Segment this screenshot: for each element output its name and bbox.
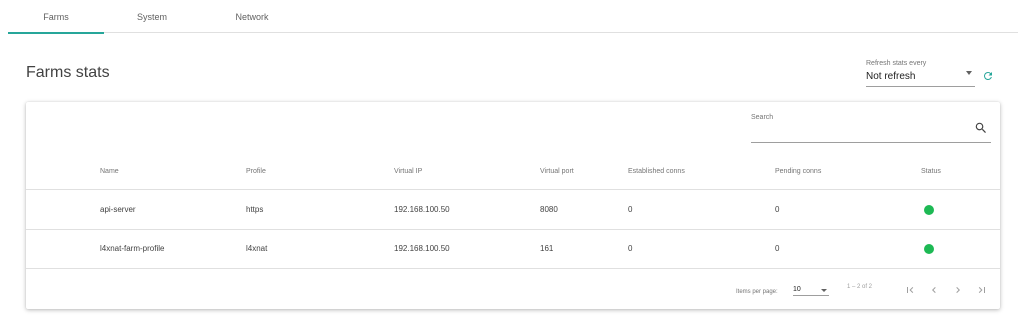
refresh-select-value: Not refresh xyxy=(866,71,916,82)
cell-virtual-ip: 192.168.100.50 xyxy=(394,205,450,214)
refresh-button[interactable] xyxy=(980,68,996,84)
cell-virtual-port: 161 xyxy=(540,244,554,253)
column-header-profile[interactable]: Profile xyxy=(246,168,266,175)
column-header-established-conns[interactable]: Established conns xyxy=(628,168,685,175)
refresh-interval-select[interactable]: Not refresh xyxy=(866,68,975,87)
status-up-icon xyxy=(924,244,934,254)
refresh-select-label: Refresh stats every xyxy=(866,60,927,67)
refresh-icon xyxy=(983,71,992,80)
cell-virtual-ip: 192.168.100.50 xyxy=(394,244,450,253)
divider xyxy=(26,189,1000,190)
cell-established-conns: 0 xyxy=(628,205,633,214)
farms-stats-card: Search Name Profile Virtual IP Virtual p… xyxy=(26,102,1000,309)
column-header-pending-conns[interactable]: Pending conns xyxy=(775,168,821,175)
first-page-icon xyxy=(907,287,914,293)
divider xyxy=(26,268,1000,269)
first-page-button[interactable] xyxy=(904,283,916,295)
search-input[interactable] xyxy=(751,122,991,143)
items-per-page-value: 10 xyxy=(793,286,801,293)
tab-label: System xyxy=(136,11,167,22)
cell-pending-conns: 0 xyxy=(775,244,780,253)
tab-farms[interactable]: Farms xyxy=(8,0,104,34)
last-page-button[interactable] xyxy=(976,283,988,295)
previous-page-button[interactable] xyxy=(928,283,940,295)
column-header-name[interactable]: Name xyxy=(100,168,119,175)
next-page-button[interactable] xyxy=(952,283,964,295)
chevron-left-icon xyxy=(932,287,936,293)
search-icon[interactable] xyxy=(974,121,988,135)
tab-bar: Farms System Network xyxy=(8,0,1018,34)
cell-name: api-server xyxy=(100,205,136,214)
cell-name: l4xnat-farm-profile xyxy=(100,244,165,253)
tab-label: Farms xyxy=(43,11,69,22)
column-header-virtual-port[interactable]: Virtual port xyxy=(540,168,574,175)
page-range-label: 1 – 2 of 2 xyxy=(847,284,873,290)
tab-label: Network xyxy=(235,11,269,22)
column-header-virtual-ip[interactable]: Virtual IP xyxy=(394,168,422,175)
tab-system[interactable]: System xyxy=(104,0,200,33)
cell-profile: https xyxy=(246,205,264,214)
column-header-status[interactable]: Status xyxy=(921,168,941,175)
items-per-page-select[interactable]: 10 xyxy=(793,281,829,296)
cell-virtual-port: 8080 xyxy=(540,205,558,214)
chevron-right-icon xyxy=(956,287,960,293)
tab-network[interactable]: Network xyxy=(204,0,300,33)
cell-pending-conns: 0 xyxy=(775,205,780,214)
active-tab-indicator xyxy=(8,32,104,34)
divider xyxy=(26,229,1000,230)
chevron-down-icon xyxy=(966,71,972,75)
chevron-down-icon xyxy=(821,289,827,292)
search-label: Search xyxy=(751,114,774,121)
cell-established-conns: 0 xyxy=(628,244,633,253)
last-page-icon xyxy=(978,287,985,293)
page-title: Farms stats xyxy=(26,64,110,81)
cell-profile: l4xnat xyxy=(246,244,268,253)
items-per-page-label: Items per page: xyxy=(736,289,778,295)
status-up-icon xyxy=(924,205,934,215)
